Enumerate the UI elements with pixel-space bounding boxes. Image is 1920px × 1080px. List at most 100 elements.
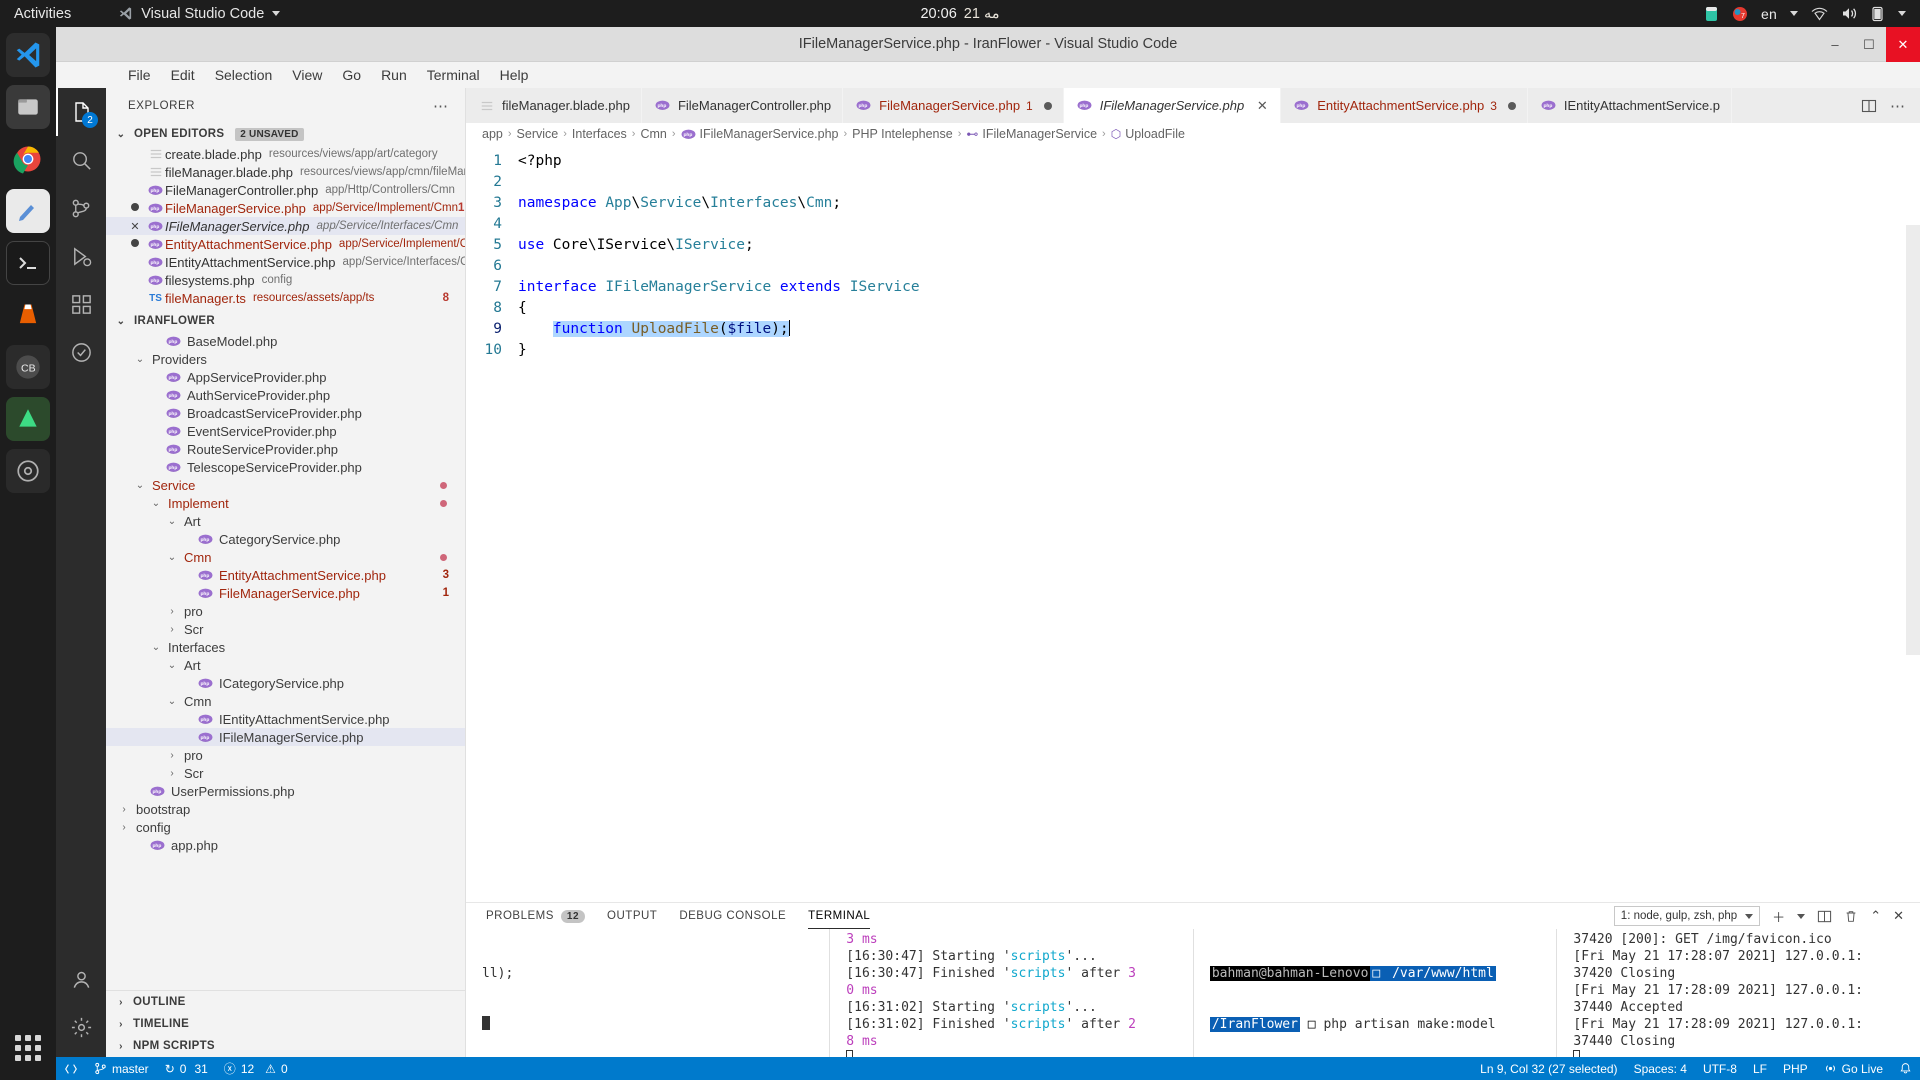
close-icon[interactable]: ✕	[1255, 98, 1269, 114]
editor-tab[interactable]: php IEntityAttachmentService.p	[1527, 88, 1732, 123]
breadcrumb-item[interactable]: Service	[517, 127, 559, 141]
status-sync[interactable]: ↻ 0 31	[157, 1057, 216, 1080]
tree-file-item[interactable]: php app.php	[106, 836, 465, 854]
breadcrumb-item[interactable]: ⊷ IFileManagerService	[966, 127, 1097, 141]
more-actions-icon[interactable]: ⋯	[1890, 97, 1906, 115]
activitybar-source-control[interactable]	[56, 184, 106, 232]
tree-folder-item[interactable]: › config	[106, 818, 465, 836]
clock[interactable]: 20:06 21 مه	[920, 6, 999, 22]
editor-tab[interactable]: php IFileManagerService.php ✕	[1063, 88, 1282, 123]
open-editor-item[interactable]: fileManager.blade.php resources/views/app…	[106, 163, 465, 181]
open-editor-item[interactable]: php filesystems.php config	[106, 271, 465, 289]
breadcrumb-item[interactable]: PHP Intelephense	[852, 127, 953, 141]
dock-text-editor-icon[interactable]	[6, 189, 50, 233]
notification-icon[interactable]: 7	[1732, 6, 1748, 22]
tree-file-item[interactable]: php UserPermissions.php	[106, 782, 465, 800]
status-cursor-position[interactable]: Ln 9, Col 32 (27 selected)	[1472, 1057, 1625, 1080]
tree-folder-item[interactable]: ⌄ Art	[106, 656, 465, 674]
tree-file-item[interactable]: php RouteServiceProvider.php	[106, 440, 465, 458]
breadcrumb-item[interactable]: Interfaces	[572, 127, 627, 141]
battery-icon[interactable]	[1871, 6, 1885, 22]
add-terminal-icon[interactable]: ＋	[1772, 907, 1785, 926]
open-editor-item[interactable]: ✕ php IFileManagerService.php app/Service/I…	[106, 217, 465, 235]
dock-vscode-icon[interactable]	[6, 33, 50, 77]
tree-folder-item[interactable]: › pro	[106, 746, 465, 764]
panel-tab-terminal[interactable]: TERMINAL	[808, 903, 871, 929]
code-editor[interactable]: 1 2 3 4 5 6 7 8 9 10 <?php namespace App\Service\…	[466, 145, 1920, 902]
status-encoding[interactable]: UTF-8	[1695, 1057, 1745, 1080]
terminal-pane-tsc[interactable]: ll); ~~~~~~~ [4:31:02 PM] Found 8 errors…	[466, 929, 829, 1057]
tree-folder-item[interactable]: ⌄ Art	[106, 512, 465, 530]
dock-settings-icon[interactable]	[6, 449, 50, 493]
activitybar-search[interactable]	[56, 136, 106, 184]
close-button[interactable]: ✕	[1886, 27, 1920, 62]
minimize-button[interactable]: –	[1818, 27, 1852, 62]
tree-folder-item[interactable]: ⌄ Implement	[106, 494, 465, 512]
wifi-icon[interactable]	[1811, 7, 1828, 21]
chevron-down-icon[interactable]	[1797, 913, 1806, 919]
breadcrumb-item[interactable]: Cmn	[640, 127, 666, 141]
chevron-down-icon[interactable]	[1898, 11, 1906, 16]
activitybar-testing[interactable]	[56, 328, 106, 376]
terminal-pane-zsh[interactable]: bahman@bahman-Lenovo □ /var/www/html /Ira…	[1192, 929, 1557, 1057]
tree-folder-item[interactable]: ⌄ Cmn	[106, 692, 465, 710]
menu-help[interactable]: Help	[490, 63, 539, 87]
app-menu-button[interactable]: Visual Studio Code	[106, 0, 292, 27]
menu-file[interactable]: File	[118, 63, 161, 87]
tree-file-item[interactable]: php ICategoryService.php	[106, 674, 465, 692]
breadcrumb-item[interactable]: ⬡ UploadFile	[1111, 127, 1185, 141]
editor-tab[interactable]: fileManager.blade.php	[466, 88, 642, 123]
outline-section[interactable]: › OUTLINE	[106, 991, 465, 1013]
menu-go[interactable]: Go	[332, 63, 371, 87]
open-editor-item[interactable]: php EntityAttachmentService.php app/Servic…	[106, 235, 465, 253]
open-editor-control[interactable]: ✕	[124, 220, 146, 233]
tree-folder-item[interactable]: ⌄ Interfaces	[106, 638, 465, 656]
open-editor-item[interactable]: create.blade.php resources/views/app/art/…	[106, 145, 465, 163]
status-language-mode[interactable]: PHP	[1775, 1057, 1816, 1080]
open-editor-control[interactable]	[124, 202, 146, 214]
tree-file-item[interactable]: php AppServiceProvider.php	[106, 368, 465, 386]
dock-android-studio-icon[interactable]	[6, 397, 50, 441]
terminal-pane-php[interactable]: 37420 [200]: GET /img/favicon.ico [Fri Ma…	[1556, 929, 1920, 1057]
split-editor-icon[interactable]	[1861, 98, 1877, 114]
status-problems[interactable]: ⓧ 12 ⚠ 0	[216, 1057, 296, 1080]
tree-folder-item[interactable]: › pro	[106, 602, 465, 620]
tree-file-item[interactable]: php EventServiceProvider.php	[106, 422, 465, 440]
tree-file-item[interactable]: php IEntityAttachmentService.php	[106, 710, 465, 728]
sidebar-more-actions-icon[interactable]: ⋯	[433, 97, 449, 115]
panel-tab-debug-console[interactable]: DEBUG CONSOLE	[679, 903, 786, 929]
activitybar-extensions[interactable]	[56, 280, 106, 328]
battery-charging-icon[interactable]	[1705, 5, 1719, 22]
menu-edit[interactable]: Edit	[161, 63, 205, 87]
tree-folder-item[interactable]: ⌄ Cmn	[106, 548, 465, 566]
tree-folder-item[interactable]: › bootstrap	[106, 800, 465, 818]
tree-file-item[interactable]: php BroadcastServiceProvider.php	[106, 404, 465, 422]
editor-tab[interactable]: php FileManagerService.php 1	[843, 88, 1064, 123]
show-applications-button[interactable]	[6, 1026, 50, 1070]
timeline-section[interactable]: › TIMELINE	[106, 1013, 465, 1035]
editor-tab[interactable]: php EntityAttachmentService.php 3	[1281, 88, 1528, 123]
dock-chrome-icon[interactable]	[6, 137, 50, 181]
maximize-button[interactable]: ☐	[1852, 27, 1886, 62]
open-editor-item[interactable]: php IEntityAttachmentService.php app/Servi…	[106, 253, 465, 271]
open-editor-control[interactable]	[124, 238, 146, 250]
tree-folder-item[interactable]: ⌄ Service	[106, 476, 465, 494]
status-notifications[interactable]	[1891, 1057, 1920, 1080]
open-editor-item[interactable]: php FileManagerController.php app/Http/Con…	[106, 181, 465, 199]
tree-file-item[interactable]: php CategoryService.php	[106, 530, 465, 548]
dock-files-icon[interactable]	[6, 85, 50, 129]
split-terminal-icon[interactable]	[1817, 909, 1832, 924]
tree-file-item[interactable]: php AuthServiceProvider.php	[106, 386, 465, 404]
close-icon[interactable]: ✕	[130, 221, 139, 233]
tree-file-item[interactable]: php IFileManagerService.php	[106, 728, 465, 746]
npm-scripts-section[interactable]: › NPM SCRIPTS	[106, 1035, 465, 1057]
panel-tab-problems[interactable]: PROBLEMS 12	[486, 903, 586, 929]
terminal-pane-gulp[interactable]: 3 ms [16:30:47] Starting 'scripts'... [16:…	[829, 929, 1193, 1057]
terminal-selector[interactable]: 1: node, gulp, zsh, php	[1613, 906, 1761, 926]
dock-vlc-icon[interactable]	[6, 293, 50, 337]
menu-terminal[interactable]: Terminal	[417, 63, 490, 87]
close-panel-icon[interactable]: ✕	[1893, 908, 1904, 924]
tree-folder-item[interactable]: ⌄ Providers	[106, 350, 465, 368]
activitybar-accounts[interactable]	[56, 955, 106, 1003]
volume-icon[interactable]	[1841, 6, 1858, 21]
